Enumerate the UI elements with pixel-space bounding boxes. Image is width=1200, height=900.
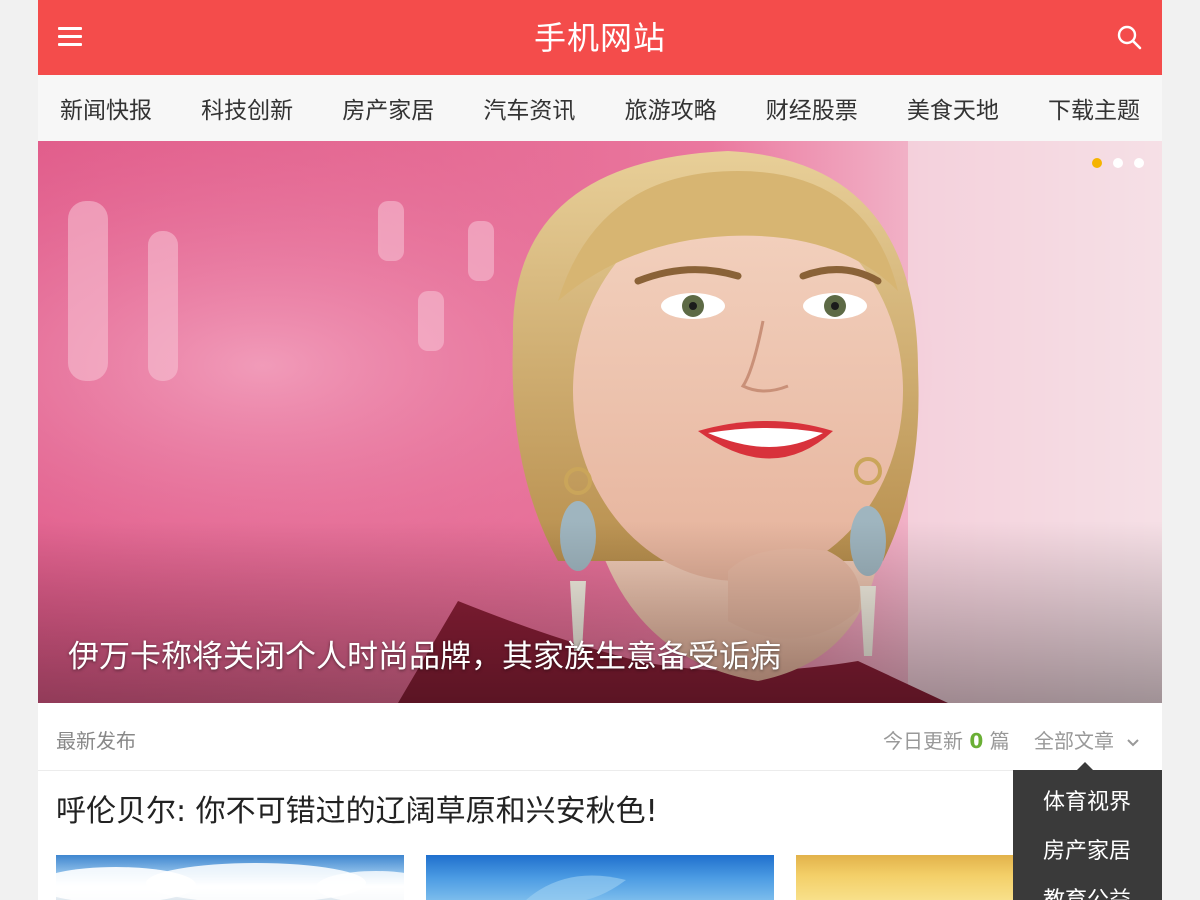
- banner-image: [38, 141, 1162, 703]
- today-count: 0: [969, 729, 984, 753]
- category-item-tech[interactable]: 科技创新: [201, 91, 293, 125]
- banner-caption[interactable]: 伊万卡称将关闭个人时尚品牌，其家族生意备受诟病: [68, 631, 781, 676]
- latest-label: 最新发布: [56, 729, 136, 753]
- banner-pagination: [1092, 158, 1144, 168]
- today-update-counter: 今日更新 0 篇: [883, 725, 1010, 754]
- today-suffix: 篇: [989, 729, 1010, 753]
- dropdown-item-sports[interactable]: 体育视界: [1013, 778, 1162, 827]
- banner-slider[interactable]: 伊万卡称将关闭个人时尚品牌，其家族生意备受诟病: [38, 141, 1162, 703]
- search-icon[interactable]: [1116, 24, 1144, 52]
- latest-bar: 最新发布 今日更新 0 篇 全部文章: [38, 703, 1162, 771]
- category-dropdown-menu: 体育视界 房产家居 教育公益: [1013, 762, 1162, 900]
- article-thumbnail[interactable]: [56, 855, 404, 900]
- dropdown-item-education[interactable]: 教育公益: [1013, 876, 1162, 900]
- top-header: 手机网站: [38, 0, 1162, 75]
- all-articles-label: 全部文章: [1034, 729, 1114, 753]
- category-nav: 新闻快报 科技创新 房产家居 汽车资讯 旅游攻略 财经股票 美食天地 下载主题: [38, 75, 1162, 142]
- category-item-news[interactable]: 新闻快报: [60, 91, 152, 125]
- dropdown-item-home[interactable]: 房产家居: [1013, 827, 1162, 876]
- category-item-travel[interactable]: 旅游攻略: [625, 91, 717, 125]
- article-thumbnail[interactable]: [426, 855, 774, 900]
- today-prefix: 今日更新: [883, 729, 963, 753]
- all-articles-dropdown[interactable]: 全部文章: [1034, 725, 1140, 754]
- category-item-home[interactable]: 房产家居: [342, 91, 434, 125]
- category-item-auto[interactable]: 汽车资讯: [483, 91, 575, 125]
- category-item-finance[interactable]: 财经股票: [766, 91, 858, 125]
- banner-dot[interactable]: [1134, 158, 1144, 168]
- chevron-down-icon: [1127, 738, 1140, 746]
- category-item-food[interactable]: 美食天地: [907, 91, 999, 125]
- category-item-download[interactable]: 下载主题: [1048, 91, 1140, 125]
- banner-dot[interactable]: [1113, 158, 1123, 168]
- site-title[interactable]: 手机网站: [38, 18, 1162, 58]
- banner-dot[interactable]: [1092, 158, 1102, 168]
- page: 手机网站 新闻快报 科技创新 房产家居 汽车资讯 旅游攻略 财经股票 美食天地 …: [38, 0, 1162, 900]
- article-title[interactable]: 呼伦贝尔: 你不可错过的辽阔草原和兴安秋色!: [56, 786, 658, 830]
- article-thumbnail[interactable]: [796, 855, 1016, 900]
